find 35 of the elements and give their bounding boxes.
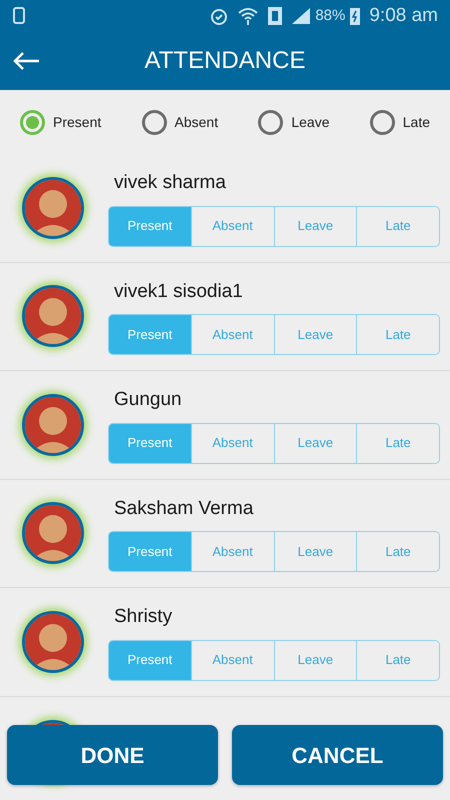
sim-icon: [267, 6, 284, 26]
status-segment[interactable]: Late: [356, 532, 439, 571]
status-segment[interactable]: Present: [109, 315, 191, 354]
battery-icon: [349, 6, 362, 26]
avatar-icon: [22, 610, 84, 673]
clock-time: 9:08 am: [369, 4, 438, 28]
wifi-icon: [237, 6, 260, 26]
status-segment[interactable]: Late: [356, 424, 439, 462]
radio-option[interactable]: Present: [20, 110, 102, 134]
status-segment[interactable]: Late: [356, 315, 439, 354]
student-name: Shristy: [113, 605, 174, 629]
action-button[interactable]: CANCEL: [232, 725, 443, 785]
status-segment[interactable]: Present: [109, 640, 191, 680]
student-name: vivek sharma: [113, 171, 227, 195]
action-button[interactable]: DONE: [7, 725, 218, 785]
status-segment[interactable]: Present: [109, 424, 191, 462]
avatar-icon: [22, 285, 84, 348]
avatar-icon: [22, 502, 84, 564]
radio-option[interactable]: Leave: [258, 110, 330, 134]
status-segment[interactable]: Present: [109, 206, 191, 246]
student-name: Gungun: [113, 388, 183, 412]
status-segment[interactable]: Late: [356, 640, 439, 680]
status-segment[interactable]: Late: [356, 206, 439, 246]
phone-icon: [12, 7, 28, 25]
battery-percent: 88%: [315, 6, 346, 26]
student-name: vivek1 sisodia1: [113, 280, 244, 304]
radio-option[interactable]: Absent: [142, 110, 218, 134]
screen-title: ATTENDANCE: [144, 46, 306, 76]
alarm-icon: [209, 6, 230, 26]
status-segment[interactable]: Present: [109, 532, 191, 571]
student-name: Saksham Verma: [113, 496, 254, 520]
signal-icon: [291, 7, 312, 25]
avatar-icon: [22, 394, 84, 456]
radio-option[interactable]: Late: [370, 110, 430, 134]
avatar-icon: [22, 176, 84, 239]
